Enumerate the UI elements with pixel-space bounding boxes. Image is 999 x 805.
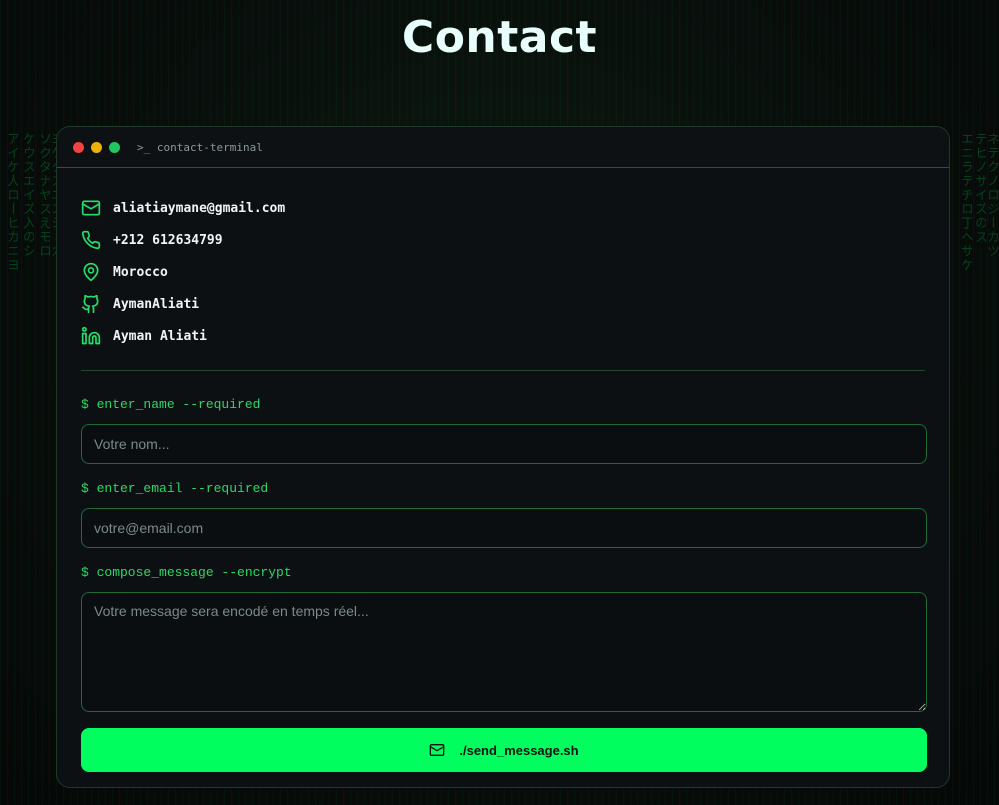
matrix-rain-left-2: ケウスエイズ入のシ [20,132,34,258]
contact-form: $ enter_name --required $ enter_email --… [57,371,949,772]
message-textarea[interactable] [81,592,927,712]
contact-terminal: >_ contact-terminal aliatiaymane@gmail.c… [56,126,950,788]
contact-email-text[interactable]: aliatiaymane@gmail.com [113,201,285,216]
contact-github: AymanAliati [81,288,925,320]
mail-icon [429,742,445,758]
contact-phone: +212 612634799 [81,224,925,256]
page-title: Contact [401,12,598,63]
window-maximize-dot [109,141,120,153]
phone-icon [81,230,101,250]
terminal-title: >_ contact-terminal [137,140,263,154]
contact-linkedin-text[interactable]: Ayman Aliati [113,329,207,344]
matrix-rain-right-3: ネテクノロジーカツ [984,132,998,258]
mail-icon [81,198,101,218]
contact-email: aliatiaymane@gmail.com [81,192,925,224]
matrix-rain-right-1: エニラテヂロ丁ヘサケ [958,132,972,272]
email-input[interactable] [81,508,927,548]
contact-location-text: Morocco [113,264,168,280]
window-close-dot [73,141,84,153]
name-label: $ enter_name --required [81,397,261,412]
message-label: $ compose_message --encrypt [81,565,292,580]
github-icon [81,294,101,314]
send-button-label: ./send_message.sh [459,742,579,758]
contact-github-text[interactable]: AymanAliati [113,297,199,312]
contact-location: Morocco [81,256,925,288]
contact-linkedin: Ayman Aliati [81,320,925,352]
contact-phone-text[interactable]: +212 612634799 [113,233,223,248]
map-pin-icon [81,262,101,282]
linkedin-icon [81,326,101,346]
contact-info-list: aliatiaymane@gmail.com +212 612634799 Mo… [57,168,949,352]
name-input[interactable] [81,424,927,464]
send-message-button[interactable]: ./send_message.sh [81,728,927,772]
email-label: $ enter_email --required [81,481,269,496]
terminal-header: >_ contact-terminal [57,127,949,168]
matrix-rain-left-1: アイケ人ローヒカニヨ [4,132,18,272]
window-minimize-dot [91,141,102,153]
